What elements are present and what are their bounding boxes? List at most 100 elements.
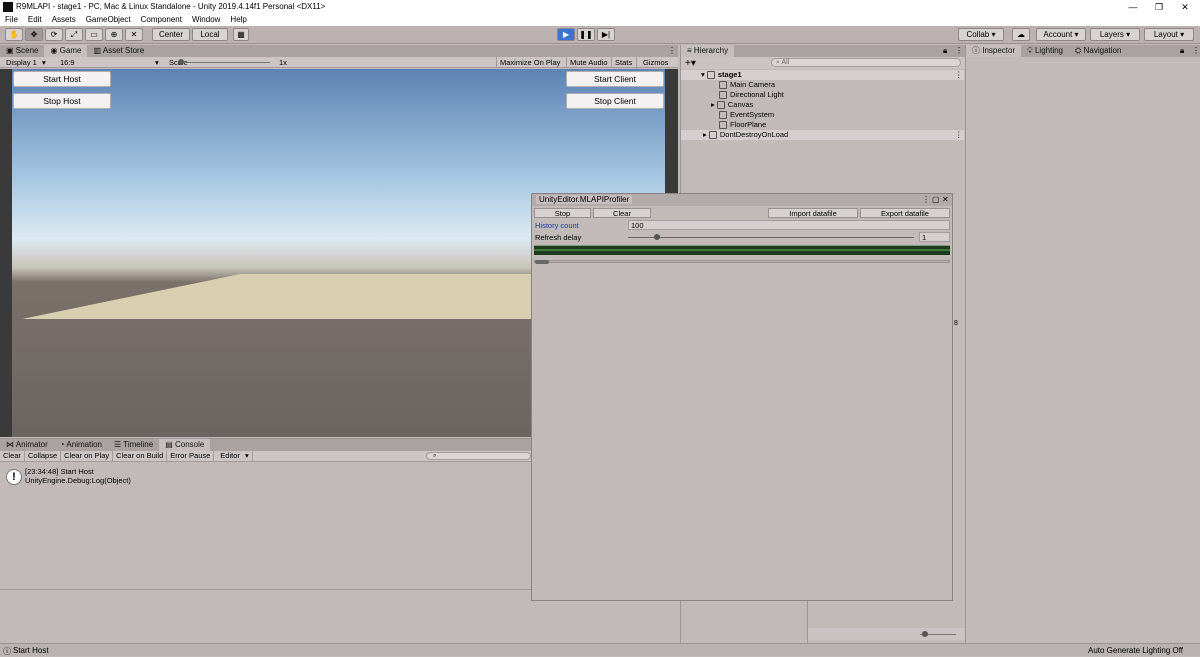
refresh-delay-input[interactable]: 1 xyxy=(919,232,950,242)
tab-navigation[interactable]: ⛭ Navigation xyxy=(1069,45,1127,57)
hierarchy-item-eventsystem[interactable]: EventSystem xyxy=(719,110,774,120)
profiler-stop-button[interactable]: Stop xyxy=(534,208,591,218)
profiler-title-bar[interactable]: UnityEditor.MLAPIProfiler ⋮ ▢ ✕ xyxy=(532,194,952,206)
custom-tool-icon[interactable]: ✕ xyxy=(125,28,143,41)
hierarchy-item-floorplane[interactable]: FloorPlane xyxy=(719,120,766,130)
menu-help[interactable]: Help xyxy=(225,14,251,26)
history-count-input[interactable]: 100 xyxy=(628,220,950,230)
move-tool-icon[interactable]: ✥ xyxy=(25,28,43,41)
hierarchy-search-input[interactable]: ⌕ All xyxy=(771,58,961,67)
rect-tool-icon[interactable]: ▭ xyxy=(85,28,103,41)
scale-tool-icon[interactable]: ⤢ xyxy=(65,28,83,41)
pivot-local-button[interactable]: Local xyxy=(192,28,228,41)
scale-slider-handle[interactable] xyxy=(178,59,184,65)
expand-arrow-icon[interactable]: ▸ xyxy=(711,100,717,109)
hierarchy-item-directional-light[interactable]: Directional Light xyxy=(719,90,784,100)
stop-host-button[interactable]: Stop Host xyxy=(13,93,111,109)
tab-scene[interactable]: ▣ Scene xyxy=(0,45,44,57)
start-client-button[interactable]: Start Client xyxy=(566,71,664,87)
tab-timeline[interactable]: ☰ Timeline xyxy=(108,439,159,451)
scene-menu-icon[interactable]: ⋮ xyxy=(955,70,963,80)
hierarchy-item-main-camera[interactable]: Main Camera xyxy=(719,80,775,90)
menu-file[interactable]: File xyxy=(0,14,23,26)
console-clear-on-play-toggle[interactable]: Clear on Play xyxy=(61,451,114,461)
console-clear-button[interactable]: Clear xyxy=(0,451,25,461)
hand-tool-icon[interactable]: ✋ xyxy=(5,28,23,41)
menu-window[interactable]: Window xyxy=(187,14,225,26)
profiler-menu-icon[interactable]: ⋮ xyxy=(922,195,930,204)
transform-tool-icon[interactable]: ⊕ xyxy=(105,28,123,41)
close-button[interactable]: ✕ xyxy=(1172,0,1198,14)
account-dropdown[interactable]: Account ▾ xyxy=(1036,28,1086,41)
hierarchy-item-canvas[interactable]: ▸ Canvas xyxy=(711,100,753,110)
profiler-maximize-icon[interactable]: ▢ xyxy=(932,195,940,204)
profiler-close-icon[interactable]: ✕ xyxy=(942,195,949,204)
aspect-chevron-icon[interactable]: ▾ xyxy=(152,57,166,68)
create-plus-icon[interactable]: +▾ xyxy=(681,58,700,69)
profiler-scrollbar-thumb[interactable] xyxy=(535,260,549,264)
pivot-center-button[interactable]: Center xyxy=(152,28,190,41)
auto-generate-lighting-status[interactable]: Auto Generate Lighting Off xyxy=(1088,646,1183,655)
collab-button[interactable]: Collab ▾ xyxy=(958,28,1004,41)
tab-console-label: Console xyxy=(174,440,205,449)
hierarchy-dontdestroy-row[interactable]: ▸ DontDestroyOnLoad ⋮ xyxy=(681,130,964,140)
tab-lighting[interactable]: 💡︎ Lighting xyxy=(1021,45,1069,57)
game-view-toolbar: Display 1 ▾ 16:9 ▾ Scale 1x Maximize On … xyxy=(0,57,678,79)
profiler-timeline-graph[interactable] xyxy=(534,245,950,255)
tab-console[interactable]: ▤ Console xyxy=(159,439,211,451)
status-message[interactable]: Start Host xyxy=(13,646,49,655)
hierarchy-scene-row[interactable]: ▾ stage1 ⋮ xyxy=(681,70,964,80)
menu-assets[interactable]: Assets xyxy=(47,14,81,26)
console-error-pause-toggle[interactable]: Error Pause xyxy=(167,451,215,461)
tab-animation[interactable]: ◔ Animation xyxy=(54,439,108,451)
console-collapse-toggle[interactable]: Collapse xyxy=(25,451,62,461)
tab-asset-store[interactable]: ▥ Asset Store xyxy=(87,45,150,57)
profiler-scrollbar[interactable] xyxy=(534,260,950,264)
stop-client-button[interactable]: Stop Client xyxy=(566,93,664,109)
expand-arrow-icon[interactable]: ▸ xyxy=(703,130,707,139)
stats-toggle[interactable]: Stats xyxy=(611,57,635,68)
inspector-menu-icon[interactable]: ⋮ xyxy=(1192,46,1200,55)
tab-game[interactable]: ◉ Game xyxy=(44,45,88,57)
start-host-button[interactable]: Start Host xyxy=(13,71,111,87)
refresh-delay-slider[interactable] xyxy=(628,237,914,238)
mlapi-profiler-window[interactable]: UnityEditor.MLAPIProfiler ⋮ ▢ ✕ Stop Cle… xyxy=(531,193,953,601)
tab-hierarchy[interactable]: ≡ Hierarchy xyxy=(681,45,735,57)
profiler-clear-button[interactable]: Clear xyxy=(593,208,651,218)
play-button[interactable]: ▶ xyxy=(557,28,575,41)
step-button[interactable]: ▶| xyxy=(597,28,615,41)
minimize-button[interactable]: — xyxy=(1120,0,1146,14)
rotate-tool-icon[interactable]: ⟳ xyxy=(45,28,63,41)
panel-menu-icon[interactable]: ⋮ xyxy=(668,46,676,55)
maximize-on-play-toggle[interactable]: Maximize On Play xyxy=(496,57,563,68)
import-datafile-button[interactable]: Import datafile xyxy=(768,208,858,218)
dontdestroy-menu-icon[interactable]: ⋮ xyxy=(955,130,963,140)
display-dropdown[interactable]: Display 1 ▾ xyxy=(0,57,54,68)
expand-arrow-icon[interactable]: ▾ xyxy=(701,70,705,79)
menu-gameobject[interactable]: GameObject xyxy=(81,14,136,26)
menu-component[interactable]: Component xyxy=(136,14,187,26)
snap-icon[interactable]: ▦ xyxy=(233,28,249,41)
gameobject-icon xyxy=(716,101,725,110)
inspector-lock-icon[interactable]: 🔒︎ xyxy=(1180,46,1184,56)
mute-audio-toggle[interactable]: Mute Audio xyxy=(566,57,611,68)
console-editor-dropdown[interactable]: Editor ▾ xyxy=(214,451,253,461)
tab-animator[interactable]: ⋈ Animator xyxy=(0,439,54,451)
tab-inspector[interactable]: ⓘ Inspector xyxy=(966,45,1022,57)
aspect-dropdown[interactable]: 16:9 xyxy=(54,57,152,68)
lock-icon[interactable]: 🔒︎ xyxy=(943,46,947,56)
menu-edit[interactable]: Edit xyxy=(23,14,47,26)
scale-slider[interactable] xyxy=(180,62,270,63)
console-search-input[interactable]: ⌕ xyxy=(426,452,531,460)
refresh-delay-slider-handle[interactable] xyxy=(653,234,660,240)
layers-dropdown[interactable]: Layers ▾ xyxy=(1090,28,1140,41)
pause-button[interactable]: ❚❚ xyxy=(577,28,595,41)
layout-dropdown[interactable]: Layout ▾ xyxy=(1144,28,1194,41)
console-log-entry[interactable]: [23:34:48] Start Host UnityEngine.Debug:… xyxy=(25,467,131,485)
export-datafile-button[interactable]: Export datafile xyxy=(860,208,950,218)
cloud-icon[interactable]: ☁ xyxy=(1012,28,1030,41)
hierarchy-menu-icon[interactable]: ⋮ xyxy=(955,46,963,55)
restore-button[interactable]: ❐ xyxy=(1146,0,1172,14)
zoom-slider-handle[interactable] xyxy=(922,631,928,637)
console-clear-on-build-toggle[interactable]: Clear on Build xyxy=(113,451,168,461)
